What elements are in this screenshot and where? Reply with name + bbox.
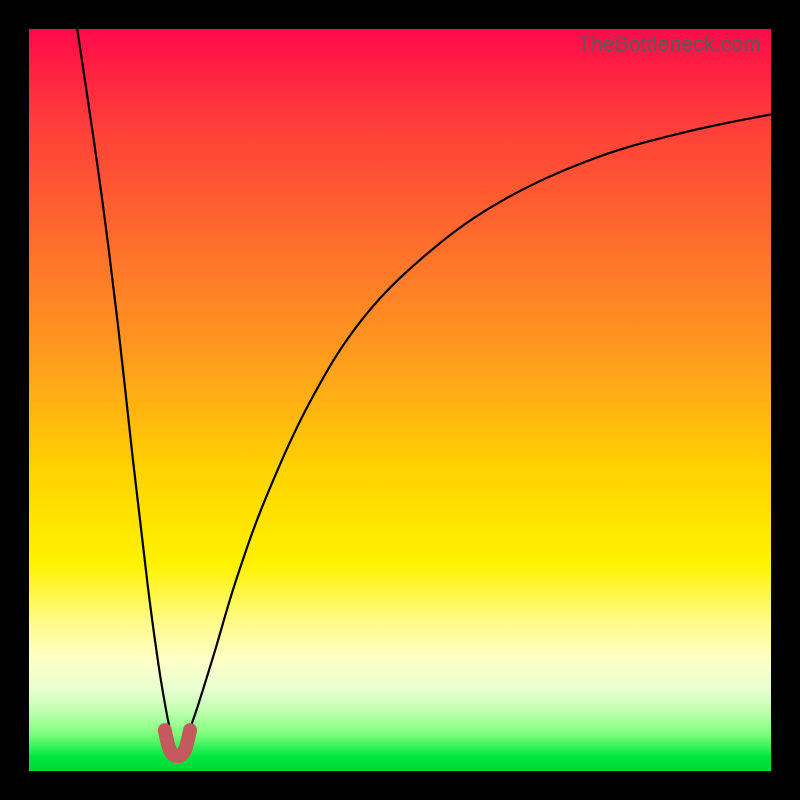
chart-svg [29,29,771,771]
cup-marker [165,730,190,756]
plot-area: TheBottleneck.com [29,29,771,771]
curve-right-branch [177,114,771,756]
curve-left-branch [77,29,177,756]
chart-frame: TheBottleneck.com [0,0,800,800]
